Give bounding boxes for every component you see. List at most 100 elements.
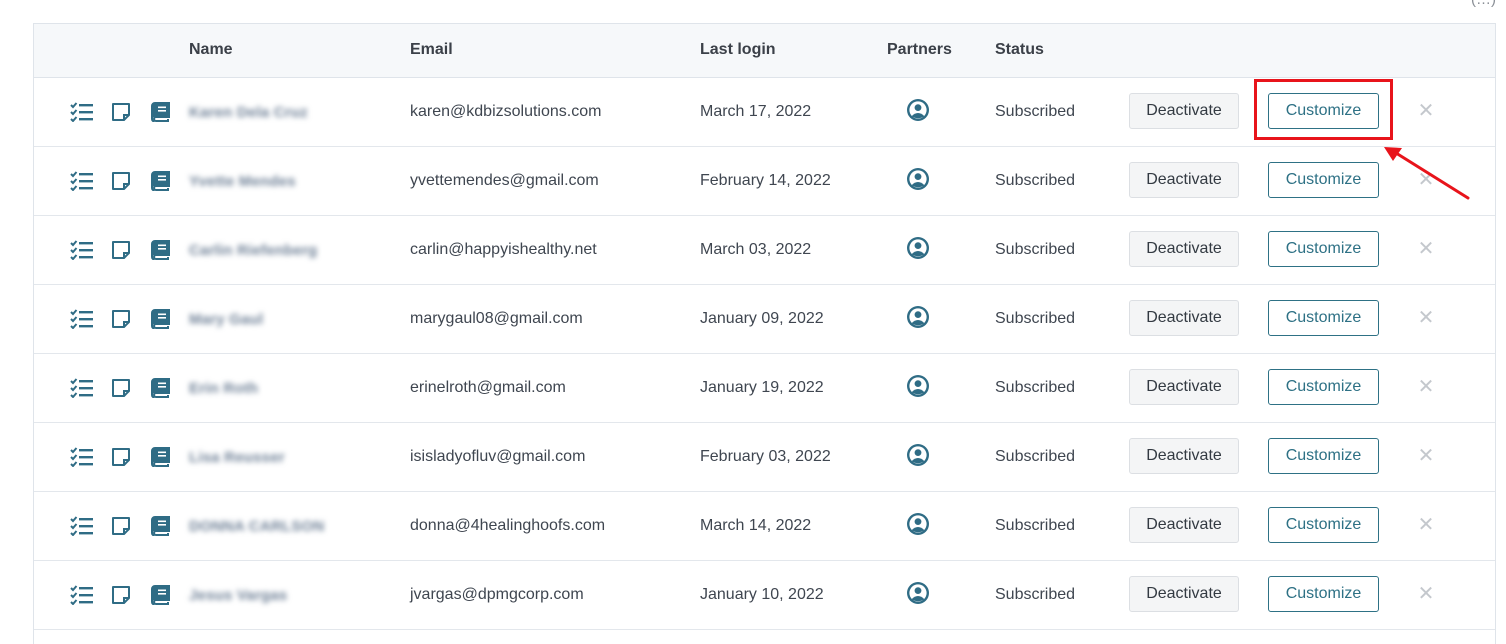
column-name[interactable]: Name [189, 41, 233, 59]
customize-button[interactable]: Customize [1268, 231, 1379, 267]
user-name[interactable]: DONNA CARLSON [189, 492, 324, 560]
user-email: marygaul08@gmail.com [410, 310, 583, 327]
user-circle-icon[interactable] [906, 374, 930, 403]
close-icon[interactable]: ✕ [1416, 376, 1436, 398]
user-circle-icon[interactable] [906, 98, 930, 127]
checklist-icon[interactable] [70, 376, 94, 400]
last-login: March 14, 2022 [700, 517, 812, 534]
close-icon[interactable]: ✕ [1416, 169, 1436, 191]
user-circle-icon[interactable] [906, 443, 930, 472]
book-icon[interactable] [148, 376, 172, 400]
subscription-status: Subscribed [995, 448, 1076, 465]
note-icon[interactable] [109, 583, 133, 607]
book-icon[interactable] [148, 583, 172, 607]
table-row: Yvette Mendes yvettemendes@gmail.com Feb… [34, 147, 1495, 216]
last-login: March 17, 2022 [700, 103, 812, 120]
user-circle-icon[interactable] [906, 581, 930, 610]
note-icon[interactable] [109, 514, 133, 538]
user-name[interactable]: Yvette Mendes [189, 147, 296, 215]
note-icon[interactable] [109, 376, 133, 400]
customize-button[interactable]: Customize [1268, 507, 1379, 543]
book-icon[interactable] [148, 238, 172, 262]
last-login: March 03, 2022 [700, 241, 812, 258]
deactivate-button[interactable]: Deactivate [1129, 369, 1239, 405]
user-email: donna@4healinghoofs.com [410, 517, 606, 534]
checklist-icon[interactable] [70, 238, 94, 262]
column-partners[interactable]: Partners [887, 41, 952, 59]
user-circle-icon[interactable] [906, 167, 930, 196]
customize-button[interactable]: Customize [1268, 93, 1379, 129]
book-icon[interactable] [148, 100, 172, 124]
note-icon[interactable] [109, 307, 133, 331]
partner-link[interactable] [906, 492, 930, 560]
note-icon[interactable] [109, 445, 133, 469]
header-fragment: (…) [1471, 0, 1496, 8]
partner-link[interactable] [906, 285, 930, 353]
subscription-status: Subscribed [995, 586, 1076, 603]
note-icon[interactable] [109, 169, 133, 193]
table-row: Lisa Reusser isisladyofluv@gmail.com Feb… [34, 423, 1495, 492]
last-login: January 10, 2022 [700, 586, 824, 603]
user-circle-icon[interactable] [906, 305, 930, 334]
checklist-icon[interactable] [70, 100, 94, 124]
partner-link[interactable] [906, 561, 930, 629]
book-icon[interactable] [148, 445, 172, 469]
close-icon[interactable]: ✕ [1416, 583, 1436, 605]
user-email: carlin@happyishealthy.net [410, 241, 597, 258]
subscription-status: Subscribed [995, 379, 1076, 396]
row-actions [70, 492, 187, 560]
deactivate-button[interactable]: Deactivate [1129, 93, 1239, 129]
column-email[interactable]: Email [410, 41, 453, 59]
note-icon[interactable] [109, 238, 133, 262]
user-email: isisladyofluv@gmail.com [410, 448, 586, 465]
checklist-icon[interactable] [70, 307, 94, 331]
user-circle-icon[interactable] [906, 236, 930, 265]
checklist-icon[interactable] [70, 169, 94, 193]
checklist-icon[interactable] [70, 514, 94, 538]
book-icon[interactable] [148, 514, 172, 538]
deactivate-button[interactable]: Deactivate [1129, 438, 1239, 474]
customize-button[interactable]: Customize [1268, 162, 1379, 198]
customize-button[interactable]: Customize [1268, 438, 1379, 474]
partner-link[interactable] [906, 216, 930, 284]
table-row: DONNA CARLSON donna@4healinghoofs.com Ma… [34, 492, 1495, 561]
book-icon[interactable] [148, 169, 172, 193]
column-last-login[interactable]: Last login [700, 41, 776, 59]
deactivate-button[interactable]: Deactivate [1129, 231, 1239, 267]
deactivate-button[interactable]: Deactivate [1129, 162, 1239, 198]
user-name[interactable]: Karen Dela Cruz [189, 78, 308, 146]
book-icon[interactable] [148, 307, 172, 331]
partner-link[interactable] [906, 423, 930, 491]
user-name[interactable]: Lisa Reusser [189, 423, 285, 491]
customize-button[interactable]: Customize [1268, 300, 1379, 336]
close-icon[interactable]: ✕ [1416, 307, 1436, 329]
close-icon[interactable]: ✕ [1416, 100, 1436, 122]
user-email: erinelroth@gmail.com [410, 379, 566, 396]
user-name-text: DONNA CARLSON [189, 517, 325, 535]
partner-link[interactable] [906, 354, 930, 422]
close-icon[interactable]: ✕ [1416, 514, 1436, 536]
checklist-icon[interactable] [70, 583, 94, 607]
user-circle-icon[interactable] [906, 512, 930, 541]
table-row: Mary Gaul marygaul08@gmail.com January 0… [34, 285, 1495, 354]
deactivate-button[interactable]: Deactivate [1129, 300, 1239, 336]
user-name[interactable]: Jesus Vargas [189, 561, 287, 629]
close-icon[interactable]: ✕ [1416, 445, 1436, 467]
deactivate-button[interactable]: Deactivate [1129, 507, 1239, 543]
user-name[interactable]: Erin Roth [189, 354, 258, 422]
customize-button[interactable]: Customize [1268, 369, 1379, 405]
last-login: January 09, 2022 [700, 310, 824, 327]
user-name-text: Lisa Reusser [189, 448, 285, 466]
user-name[interactable]: Mary Gaul [189, 285, 263, 353]
checklist-icon[interactable] [70, 445, 94, 469]
column-status[interactable]: Status [995, 41, 1044, 59]
customize-button[interactable]: Customize [1268, 576, 1379, 612]
partner-link[interactable] [906, 147, 930, 215]
partner-link[interactable] [906, 78, 930, 146]
deactivate-button[interactable]: Deactivate [1129, 576, 1239, 612]
user-name[interactable]: Carlin Riefenberg [189, 216, 317, 284]
note-icon[interactable] [109, 100, 133, 124]
user-email: yvettemendes@gmail.com [410, 172, 599, 189]
close-icon[interactable]: ✕ [1416, 238, 1436, 260]
user-name-text: Jesus Vargas [189, 586, 288, 604]
